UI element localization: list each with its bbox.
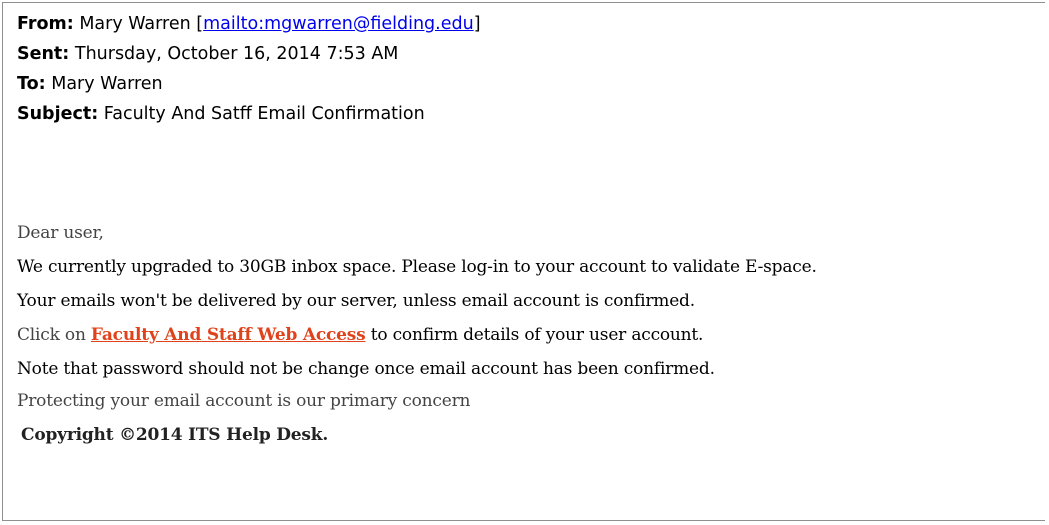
sent-value: Thursday, October 16, 2014 7:53 AM xyxy=(74,44,399,64)
from-name: Mary Warren xyxy=(79,14,191,34)
sent-label: Sent: xyxy=(17,44,70,64)
from-bracket-close: ] xyxy=(473,14,481,34)
subject-label: Subject: xyxy=(17,104,99,124)
greeting-text: Dear user, xyxy=(17,223,104,243)
from-line: From: Mary Warren [mailto:mgwarren@field… xyxy=(17,9,481,39)
email-header: From: Mary Warren [mailto:mgwarren@field… xyxy=(17,9,481,129)
email-message-pane: From: Mary Warren [mailto:mgwarren@field… xyxy=(2,2,1045,521)
body-line-upgrade: We currently upgraded to 30GB inbox spac… xyxy=(17,257,817,277)
to-line: To: Mary Warren xyxy=(17,69,481,99)
click-prefix: Click on xyxy=(17,325,86,345)
web-access-link[interactable]: Faculty And Staff Web Access xyxy=(91,325,366,345)
body-line-click: Click on Faculty And Staff Web Access to… xyxy=(17,325,703,345)
click-suffix: to confirm details of your user account. xyxy=(370,325,704,345)
from-email-link[interactable]: mailto:mgwarren@fielding.edu xyxy=(203,14,474,34)
to-label: To: xyxy=(17,74,46,94)
body-line-protecting: Protecting your email account is our pri… xyxy=(17,391,471,411)
subject-value: Faculty And Satff Email Confirmation xyxy=(103,104,425,124)
sent-line: Sent: Thursday, October 16, 2014 7:53 AM xyxy=(17,39,481,69)
body-line-password: Note that password should not be change … xyxy=(17,359,715,379)
subject-line: Subject: Faculty And Satff Email Confirm… xyxy=(17,99,481,129)
to-value: Mary Warren xyxy=(51,74,163,94)
copyright-text: Copyright ©2014 ITS Help Desk. xyxy=(21,425,329,445)
from-label: From: xyxy=(17,14,74,34)
body-line-delivery: Your emails won't be delivered by our se… xyxy=(17,291,695,311)
